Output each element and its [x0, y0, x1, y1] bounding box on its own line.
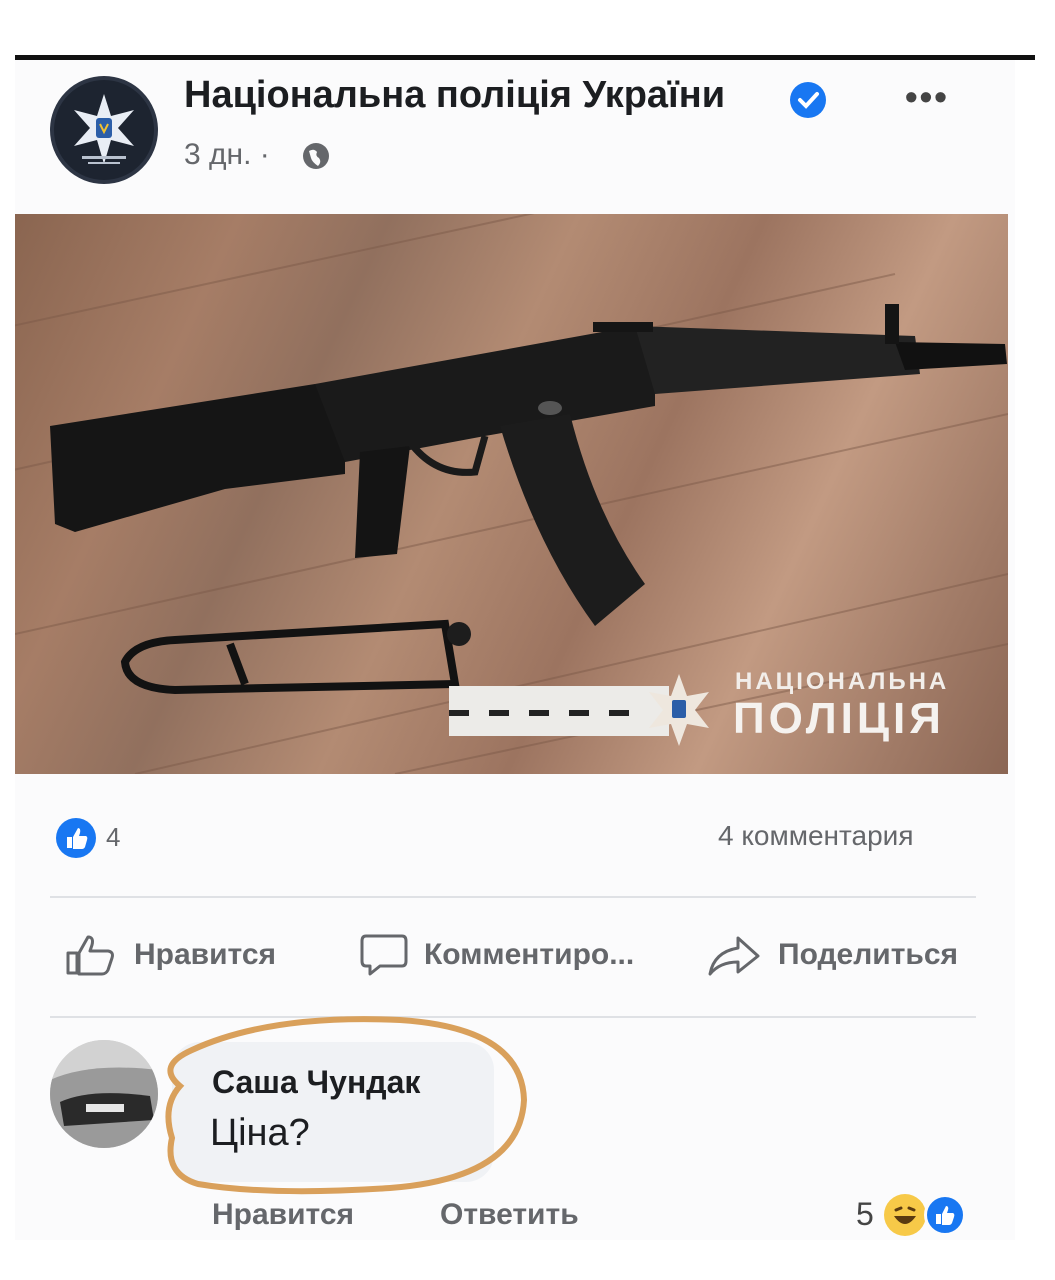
post-timestamp[interactable]: 3 дн. ·	[184, 138, 270, 172]
police-emblem-icon	[74, 94, 134, 164]
share-arrow-icon	[708, 936, 760, 976]
comments-count[interactable]: 4 комментария	[718, 820, 913, 852]
comment-button-label: Комментиро...	[424, 938, 635, 971]
divider-top	[50, 896, 976, 898]
more-options-icon[interactable]: •••	[905, 76, 949, 118]
photo-watermark-line2: ПОЛІЦІЯ	[733, 694, 945, 743]
verified-badge-icon	[790, 82, 826, 118]
page-avatar[interactable]	[50, 76, 158, 184]
like-button-label: Нравится	[134, 938, 277, 971]
thumbs-up-icon	[66, 935, 114, 976]
like-reaction-icon[interactable]	[56, 818, 96, 858]
comment-bubble-icon	[360, 934, 408, 976]
reaction-count[interactable]: 4	[106, 822, 120, 853]
car-photo-art	[50, 1040, 158, 1148]
like-button[interactable]: Нравится	[62, 930, 276, 980]
comment-button[interactable]: Комментиро...	[358, 930, 634, 980]
comment-reaction-count[interactable]: 5	[856, 1196, 874, 1233]
photo-watermark-line1: НАЦІОНАЛЬНА	[735, 668, 950, 695]
haha-icon[interactable]	[884, 1194, 926, 1236]
commenter-avatar[interactable]	[50, 1040, 158, 1148]
globe-icon	[303, 143, 329, 169]
share-button[interactable]: Поделиться	[704, 930, 958, 980]
share-button-label: Поделиться	[778, 938, 959, 971]
comment-like-link[interactable]: Нравится	[212, 1198, 354, 1232]
comment-text: Ціна?	[210, 1112, 310, 1154]
highlight-circle	[165, 1016, 528, 1195]
comment-reply-link[interactable]: Ответить	[440, 1198, 579, 1232]
comment-author[interactable]: Саша Чундак	[212, 1064, 420, 1101]
page-name[interactable]: Національна поліція України	[184, 74, 725, 117]
like-icon[interactable]	[924, 1194, 966, 1236]
